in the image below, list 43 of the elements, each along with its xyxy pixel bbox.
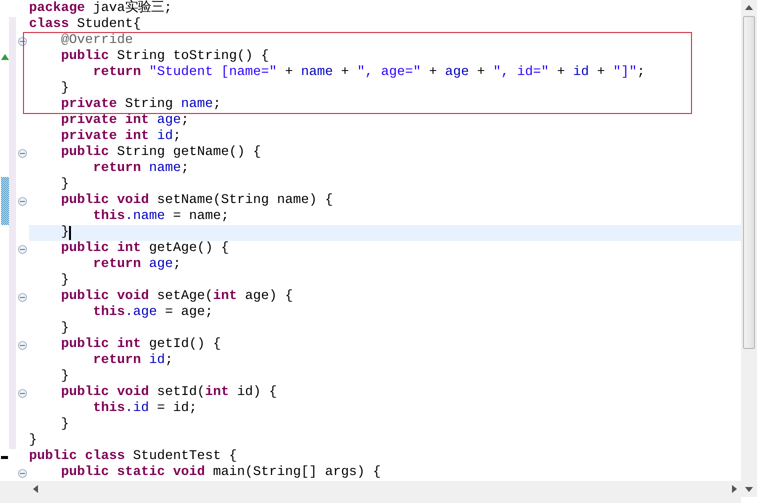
code-line: } [60, 417, 70, 433]
code-line: } [60, 177, 70, 193]
scroll-right-icon[interactable] [732, 485, 737, 493]
vertical-scrollbar[interactable] [741, 0, 757, 497]
code-line: private int age; [60, 113, 190, 129]
override-triangle-icon[interactable] [0, 54, 8, 60]
scroll-down-icon[interactable] [745, 487, 753, 492]
code-line: class Student{ [29, 17, 142, 33]
code-line: package java实验三; [29, 1, 173, 17]
code-line: public void setName(String name) { [60, 193, 334, 209]
code-line: public static void main(String[] args) { [60, 465, 382, 481]
code-line: } [60, 81, 70, 97]
code-line: } [60, 273, 70, 289]
code-line: return name; [92, 161, 190, 177]
code-line: } [60, 369, 70, 385]
code-line: public void setAge(int age) { [60, 289, 294, 305]
collapse-icon[interactable] [18, 468, 27, 478]
code-line: return id; [92, 353, 174, 369]
collapse-icon[interactable] [18, 148, 27, 158]
code-line: this.name = name; [92, 209, 230, 225]
code-line: public int getAge() { [60, 241, 230, 257]
collapse-icon[interactable] [18, 244, 27, 254]
collapse-icon[interactable] [18, 196, 27, 206]
code-line: } [60, 321, 70, 337]
code-line: private int id; [60, 129, 182, 145]
scroll-thumb[interactable] [743, 16, 755, 349]
code-line: public String getName() { [60, 145, 262, 161]
code-line: public void setId(int id) { [60, 385, 278, 401]
collapse-icon[interactable] [18, 388, 27, 398]
code-line: @Override [60, 33, 134, 49]
code-line: this.age = age; [92, 305, 214, 321]
code-line: } [29, 433, 38, 449]
code-line: this.id = id; [92, 401, 198, 417]
collapse-icon[interactable] [18, 292, 27, 302]
code-line: public int getId() { [60, 337, 222, 353]
code-line: return "Student [name=" + name + ", age=" + age + ", id=" + id + "]"; [92, 65, 646, 81]
scroll-up-icon[interactable] [745, 5, 753, 10]
collapse-icon[interactable] [18, 340, 27, 350]
code-line: public class StudentTest { [29, 449, 238, 465]
code-line: return age; [92, 257, 182, 273]
scroll-left-icon[interactable] [33, 485, 38, 493]
code-line: public String toString() { [60, 49, 270, 65]
code-line: private String name; [60, 97, 222, 113]
